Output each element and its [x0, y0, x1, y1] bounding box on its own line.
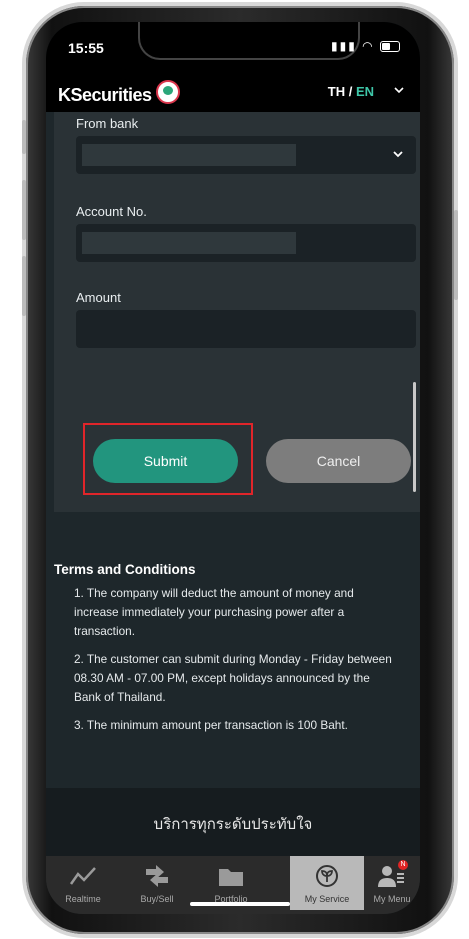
wifi-icon: ◠ — [362, 39, 375, 53]
tab-realtime[interactable]: Realtime — [46, 856, 120, 910]
cancel-button[interactable]: Cancel — [266, 439, 411, 483]
tab-label: My Service — [304, 894, 350, 904]
account-no-field[interactable] — [76, 224, 416, 262]
battery-icon — [380, 41, 400, 53]
app-header: KSecurities TH / EN — [46, 72, 420, 112]
terms-item: 3. The minimum amount per transaction is… — [74, 718, 348, 732]
chevron-down-icon — [393, 151, 403, 158]
account-no-value-redacted — [82, 232, 296, 254]
swap-arrows-icon — [146, 865, 168, 887]
lang-th[interactable]: TH / — [328, 84, 353, 99]
tab-label: Realtime — [65, 894, 101, 904]
phone-side-button — [454, 210, 458, 300]
notification-badge: N — [398, 860, 408, 870]
tab-label: Buy/Sell — [140, 894, 174, 904]
phone-side-button — [22, 120, 26, 154]
from-bank-label: From bank — [76, 116, 139, 131]
kasikorn-logo-icon — [155, 80, 180, 104]
chevron-down-icon[interactable] — [394, 85, 404, 95]
tab-bar: Realtime Buy/Sell Portfolio My Service N… — [46, 856, 420, 914]
screen: 15:55 ▮▮▮ ◠ KSecurities TH / EN From ban… — [46, 22, 420, 914]
phone-side-button — [22, 180, 26, 240]
coin-plant-icon — [316, 865, 338, 887]
brand-logo: KSecurities — [58, 80, 180, 106]
account-no-label: Account No. — [76, 204, 147, 219]
language-switch[interactable]: TH / EN — [328, 84, 374, 99]
terms-title: Terms and Conditions — [54, 562, 196, 577]
terms-item: 2. The customer can submit during Monday… — [74, 652, 392, 704]
terms-item: 1. The company will deduct the amount of… — [74, 586, 354, 638]
tagline-bar: บริการทุกระดับประทับใจ — [46, 788, 420, 856]
notch — [138, 22, 360, 60]
tab-my-menu[interactable]: N My Menu — [364, 856, 420, 910]
folder-icon — [219, 869, 243, 886]
phone-side-button — [22, 256, 26, 316]
status-bar: 15:55 ▮▮▮ ◠ — [46, 22, 420, 72]
tagline: บริการทุกระดับประทับใจ — [153, 815, 313, 833]
amount-input[interactable] — [76, 310, 416, 348]
home-indicator — [190, 902, 290, 906]
tab-my-service[interactable]: My Service — [290, 856, 364, 910]
brand-name: KSecurities — [58, 85, 152, 105]
from-bank-select[interactable] — [76, 136, 416, 174]
tab-label: My Menu — [373, 894, 411, 904]
tab-buy-sell[interactable]: Buy/Sell — [120, 856, 194, 910]
signal-icon: ▮▮▮ — [331, 39, 357, 53]
status-time: 15:55 — [68, 40, 104, 56]
submit-button[interactable]: Submit — [93, 439, 238, 483]
lang-en[interactable]: EN — [356, 84, 374, 99]
amount-label: Amount — [76, 290, 121, 305]
from-bank-value-redacted — [82, 144, 296, 166]
chart-line-icon — [69, 867, 96, 885]
scrollbar[interactable] — [413, 382, 416, 492]
deposit-form: From bank Account No. Amount Submit Canc… — [54, 112, 420, 512]
status-icons: ▮▮▮ ◠ — [331, 39, 400, 53]
